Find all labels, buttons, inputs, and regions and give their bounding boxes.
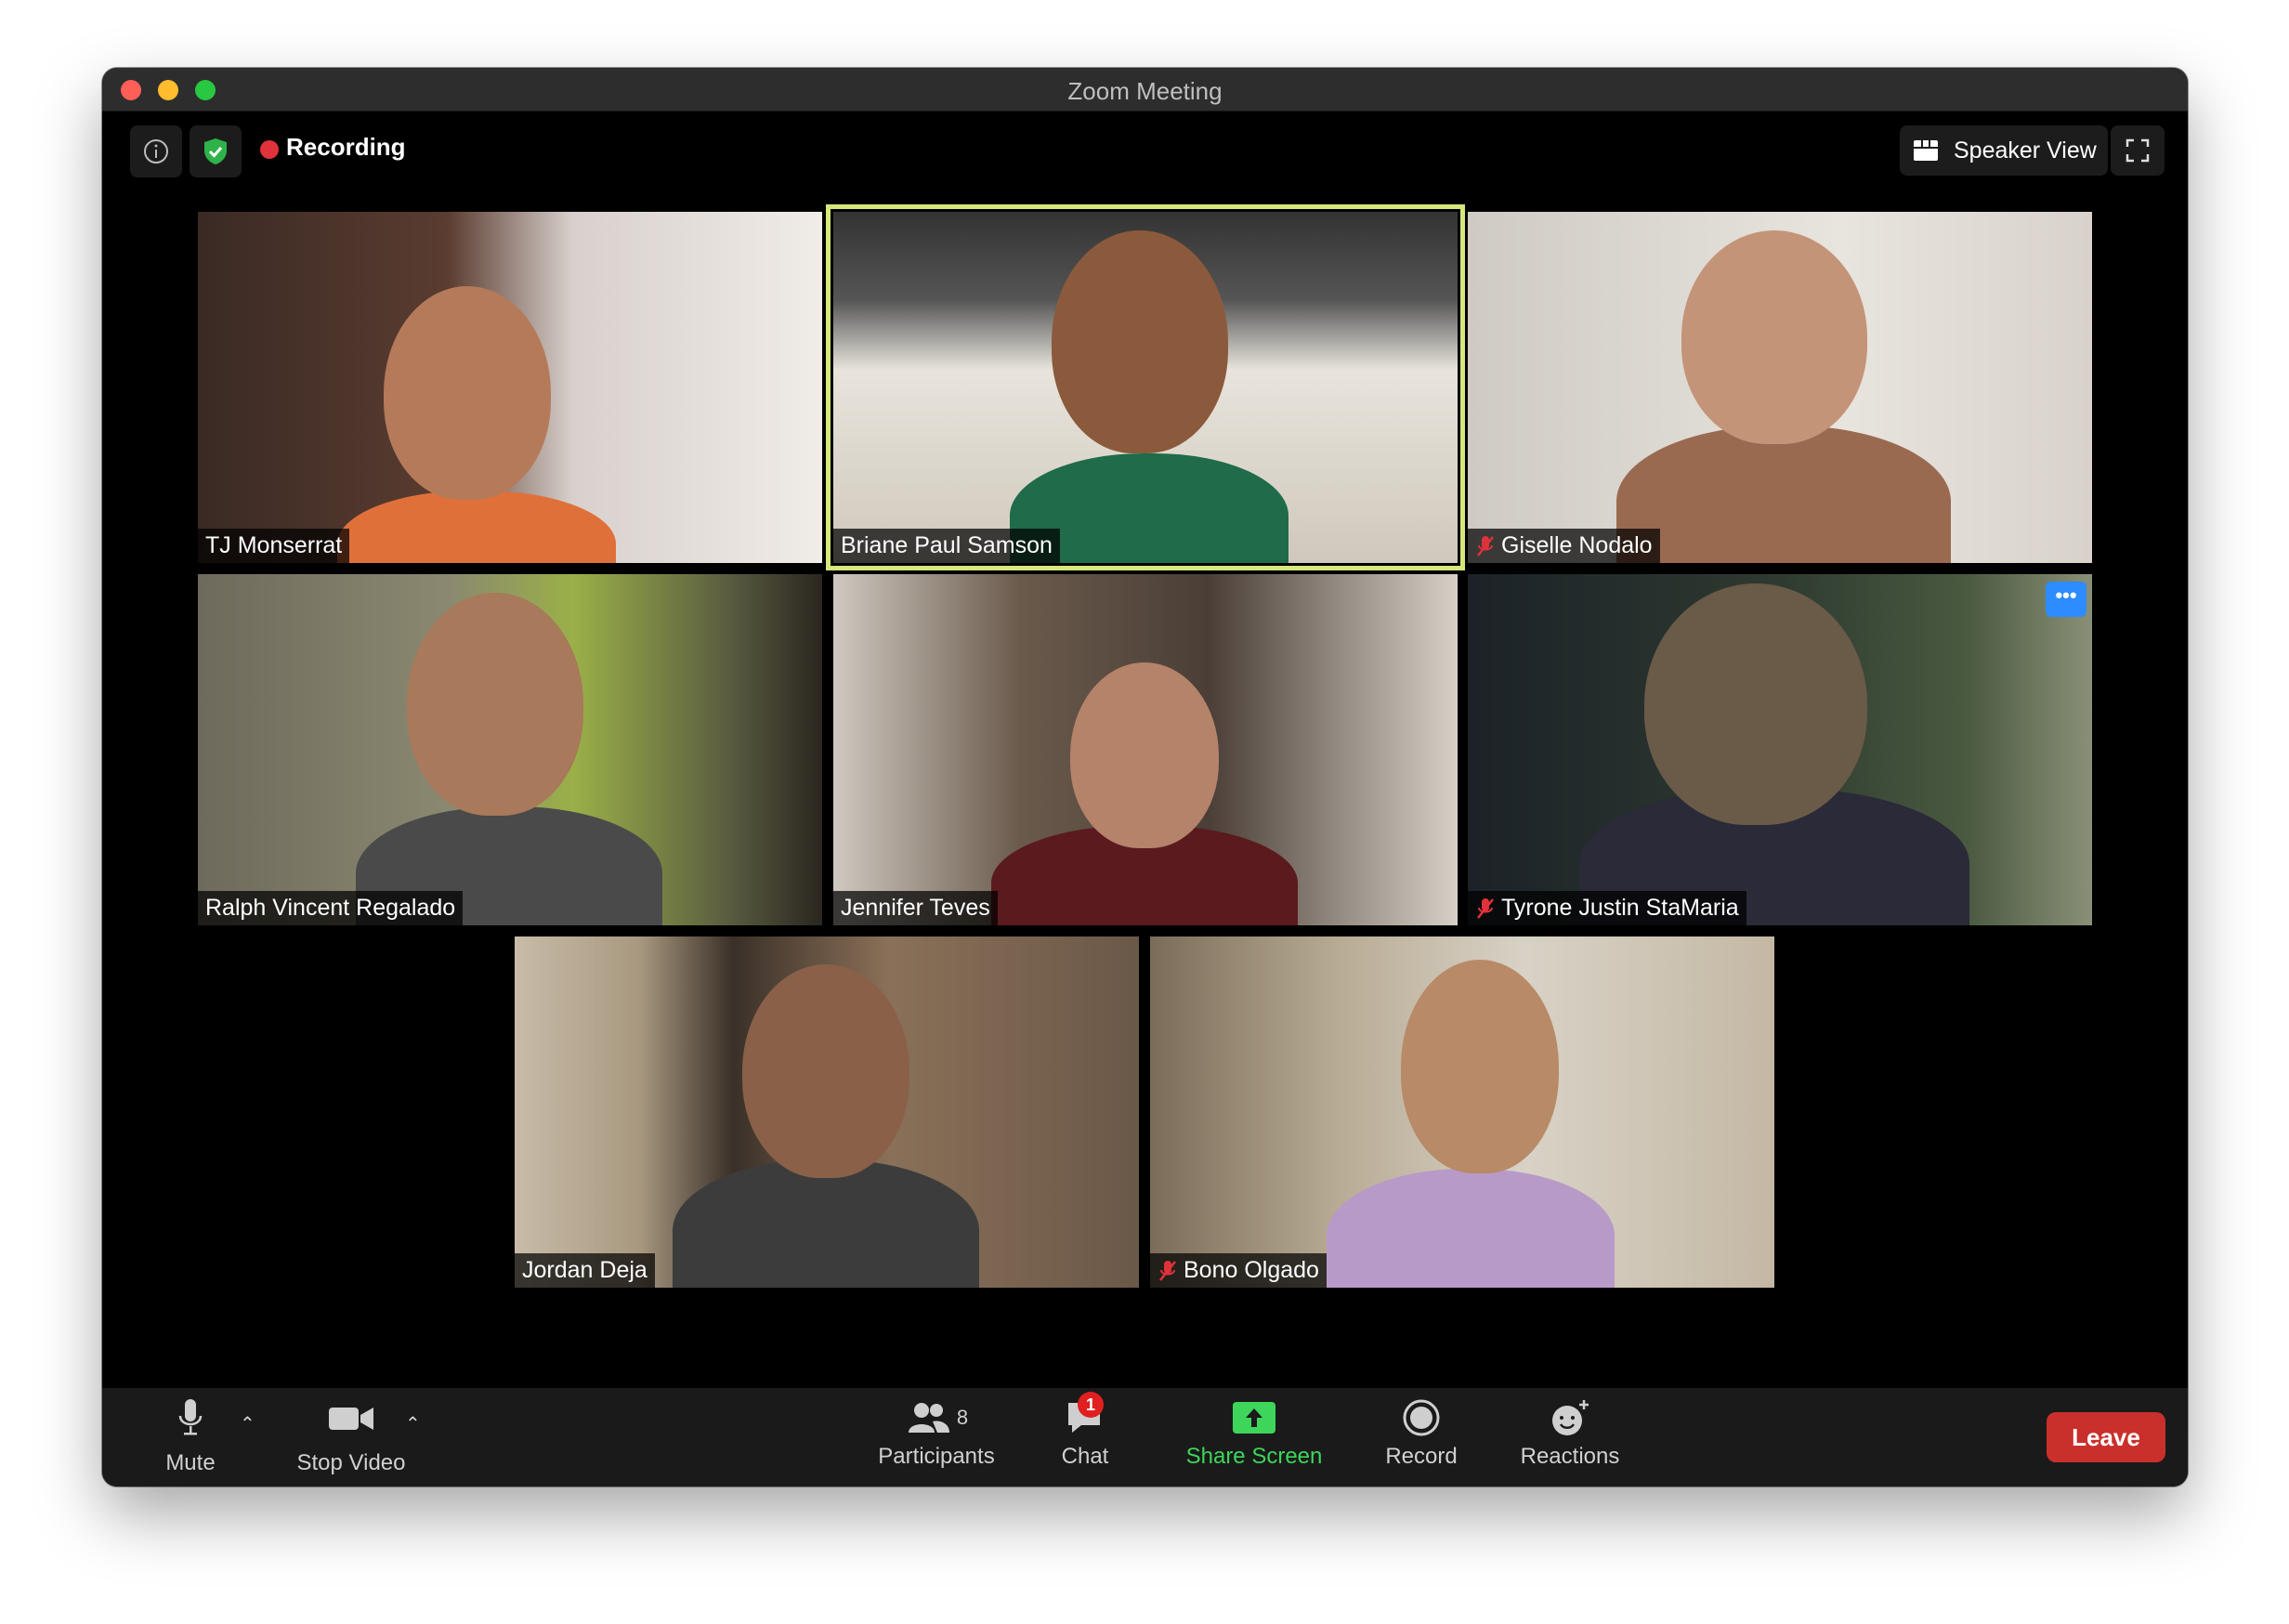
meeting-info-button[interactable] [130,125,182,177]
shield-check-icon [204,138,227,164]
recording-indicator [260,140,279,159]
audio-options-caret[interactable]: ⌃ [240,1412,255,1435]
participant-name: Giselle Nodalo [1501,532,1653,558]
mute-button[interactable]: Mute [153,1397,228,1476]
participant-name-tag: Briane Paul Samson [833,529,1060,563]
person-head [407,593,583,816]
video-camera-icon [329,1408,373,1430]
record-label: Record [1385,1444,1458,1469]
participant-name: TJ Monserrat [205,532,343,558]
share-screen-button[interactable]: Share Screen [1161,1397,1347,1470]
participant-name: Bono Olgado [1184,1257,1319,1283]
participant-name: Jennifer Teves [841,895,990,921]
microphone-icon [178,1399,203,1435]
chat-unread-badge: 1 [1078,1392,1104,1418]
window-title: Zoom Meeting [1067,77,1223,105]
participant-name-tag: Tyrone Justin StaMaria [1468,891,1746,925]
reactions-label: Reactions [1520,1444,1620,1469]
reactions-button[interactable]: Reactions [1505,1397,1635,1470]
speaker-view-button[interactable]: Speaker View [1900,125,2108,176]
participant-name: Briane Paul Samson [841,532,1053,558]
fullscreen-icon [2126,138,2150,163]
participants-button[interactable]: 8 Participants [853,1397,1020,1470]
participant-name-tag: Bono Olgado [1150,1253,1327,1288]
leave-meeting-button[interactable]: Leave [2047,1412,2165,1462]
participants-count: 8 [956,1406,969,1429]
more-options-button[interactable]: ••• [2046,582,2086,617]
participant-name-tag: Giselle Nodalo [1468,529,1660,563]
mute-label: Mute [165,1450,216,1475]
participant-name-tag: Jennifer Teves [833,891,998,925]
stop-video-button[interactable]: Stop Video [286,1397,416,1476]
info-icon [144,139,168,164]
record-button[interactable]: Record [1370,1397,1472,1470]
reactions-icon [1552,1400,1589,1435]
share-screen-label: Share Screen [1185,1444,1323,1469]
video-tile[interactable]: Jordan Deja [515,936,1139,1288]
person-head [384,286,551,500]
participant-name-tag: Ralph Vincent Regalado [198,891,464,925]
person-head [1070,662,1219,848]
video-tile[interactable]: Bono Olgado [1150,936,1774,1288]
person-head [1644,583,1867,825]
person-head [1681,230,1867,444]
muted-mic-icon [1477,535,1494,557]
video-tile[interactable]: Giselle Nodalo [1468,212,2092,563]
video-options-caret[interactable]: ⌃ [405,1412,421,1435]
participant-name-tag: Jordan Deja [515,1253,655,1288]
person-body [1616,426,1951,563]
muted-mic-icon [1477,897,1494,919]
participant-name-tag: TJ Monserrat [198,529,350,563]
security-button[interactable] [190,125,242,177]
meeting-controls-toolbar: Mute ⌃ Stop Video ⌃ 8 Participants 1 Cha… [102,1388,2188,1486]
participants-label: Participants [878,1444,995,1469]
stop-video-label: Stop Video [296,1450,406,1475]
zoom-window: Zoom Meeting Recording Speaker View TJ M… [102,68,2188,1486]
person-body [673,1159,979,1288]
person-head [1401,960,1559,1173]
video-tile-active-speaker[interactable]: Briane Paul Samson [826,204,1465,570]
participant-name: Tyrone Justin StaMaria [1501,895,1739,921]
participant-name: Ralph Vincent Regalado [205,895,456,921]
video-tile[interactable]: Jennifer Teves [833,574,1458,925]
title-bar: Zoom Meeting [102,68,2188,111]
grid-icon [1914,140,1938,161]
muted-mic-icon [1159,1260,1176,1281]
person-body [1327,1169,1615,1288]
video-tile[interactable]: Ralph Vincent Regalado [198,574,822,925]
speaker-view-label: Speaker View [1954,137,2097,164]
fullscreen-button[interactable] [2111,125,2165,176]
participants-icon [908,1403,949,1433]
record-icon [1403,1399,1440,1436]
chat-button[interactable]: 1 Chat [1048,1392,1122,1470]
participant-name: Jordan Deja [522,1257,647,1283]
person-head [1052,230,1228,453]
video-tile[interactable]: TJ Monserrat [198,212,822,563]
chat-label: Chat [1061,1444,1109,1469]
video-tile[interactable]: ••• Tyrone Justin StaMaria [1468,574,2092,925]
share-screen-icon [1233,1402,1275,1434]
recording-label: Recording [286,133,406,161]
person-head [742,964,909,1178]
